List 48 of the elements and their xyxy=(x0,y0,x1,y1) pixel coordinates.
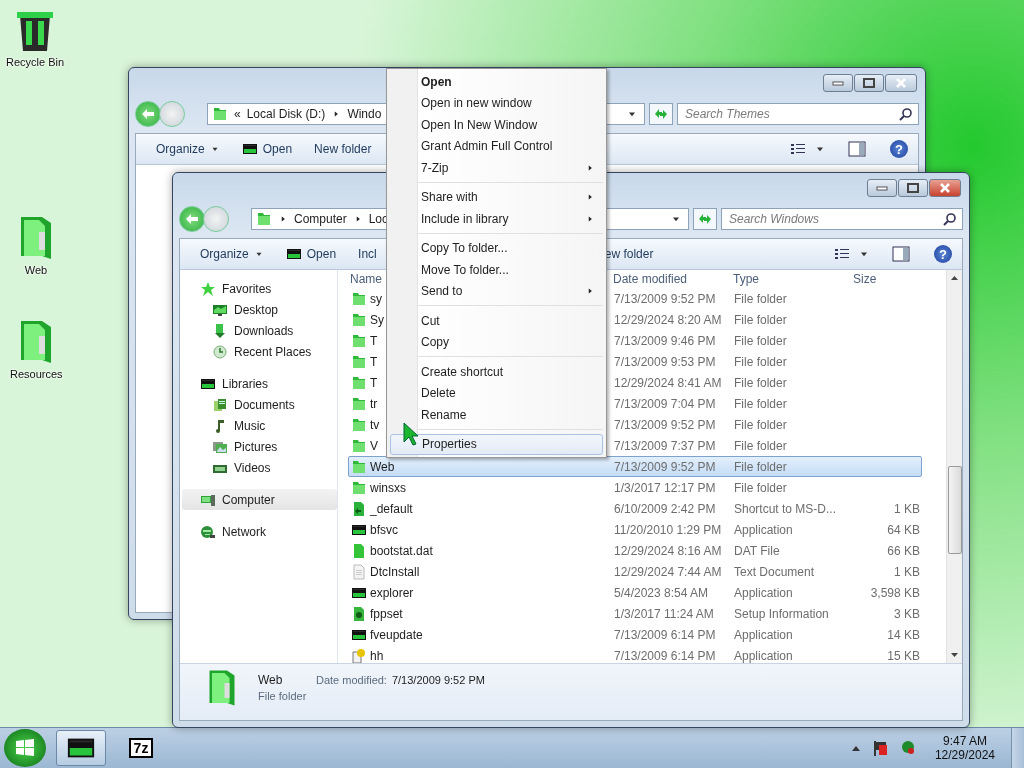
date-cell-text: 12/29/2024 8:20 AM xyxy=(614,312,723,327)
date-cell-text: 11/20/2010 1:29 PM xyxy=(614,522,723,537)
date-cell-text: 7/13/2009 7:04 PM xyxy=(614,396,717,411)
type-cell-text: File folder xyxy=(734,354,788,369)
date-cell-text: 7/13/2009 9:52 PM xyxy=(614,459,717,474)
date-cell-text: 7/13/2009 6:14 PM xyxy=(614,648,717,663)
date-cell-text: 7/13/2009 9:52 PM xyxy=(614,417,717,432)
type-cell-text: File folder xyxy=(734,396,788,411)
size-cell-text: 15 KB xyxy=(886,648,920,663)
date-cell-text: 12/29/2024 7:44 AM xyxy=(614,564,723,579)
date-cell-text: 7/13/2009 9:53 PM xyxy=(614,354,717,369)
date-cell-text: 7/13/2009 6:14 PM xyxy=(614,627,717,642)
date-cell-text: 1/3/2017 11:24 AM xyxy=(614,606,715,621)
size-cell-text: 3,598 KB xyxy=(869,585,920,600)
type-cell-text: File folder xyxy=(734,312,788,327)
date-cell-text: 6/10/2009 2:42 PM xyxy=(614,501,717,516)
size-cell-text: 3 KB xyxy=(893,606,920,621)
details-name: Web xyxy=(258,673,284,687)
date-cell-text: 7/13/2009 9:46 PM xyxy=(614,333,717,348)
type-cell-text: DAT File xyxy=(734,543,781,558)
type-cell-text: File folder xyxy=(734,417,788,432)
type-cell-text: Application xyxy=(734,522,794,537)
type-cell-text: Text Document xyxy=(734,564,816,579)
size-cell-text: 14 KB xyxy=(886,627,920,642)
date-cell-text: 7/13/2009 7:37 PM xyxy=(614,438,717,453)
size-cell-text: 66 KB xyxy=(886,543,920,558)
type-cell-text: Setup Information xyxy=(734,606,830,621)
type-cell-text: File folder xyxy=(734,459,788,474)
type-cell-text: File folder xyxy=(734,333,788,348)
date-cell-text: 5/4/2023 8:54 AM xyxy=(614,585,710,600)
type-cell-text: Application xyxy=(734,648,794,663)
type-cell-text: File folder xyxy=(734,438,788,453)
date-cell-text: 7/13/2009 9:52 PM xyxy=(614,291,717,306)
size-cell-text: 1 KB xyxy=(893,501,920,516)
date-cell-text: 12/29/2024 8:16 AM xyxy=(614,543,723,558)
details-date: 7/13/2009 9:52 PM xyxy=(391,673,485,686)
details-type: File folder xyxy=(258,690,308,702)
size-cell-text: 1 KB xyxy=(893,564,920,579)
date-cell-text: 12/29/2024 8:41 AM xyxy=(614,375,723,390)
type-cell-text: Shortcut to MS-D... xyxy=(734,501,838,516)
type-cell-text: Application xyxy=(734,585,794,600)
type-cell-text: File folder xyxy=(734,291,788,306)
type-cell-text: File folder xyxy=(734,480,788,495)
size-cell-text: 64 KB xyxy=(886,522,920,537)
type-cell-text: File folder xyxy=(734,375,788,390)
type-cell-text: Application xyxy=(734,627,794,642)
date-cell-text: 1/3/2017 12:17 PM xyxy=(614,480,717,495)
details-date-label: Date modified: xyxy=(316,673,387,686)
